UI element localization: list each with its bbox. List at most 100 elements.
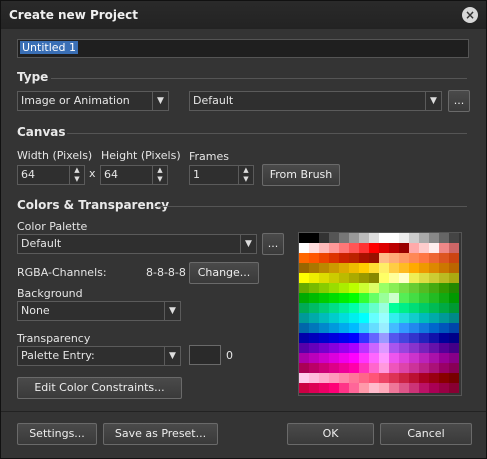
type-more-button[interactable]: ... xyxy=(448,90,470,112)
palette-swatch[interactable] xyxy=(339,333,349,343)
palette-swatch[interactable] xyxy=(349,293,359,303)
palette-swatch[interactable] xyxy=(429,233,439,243)
palette-swatch[interactable] xyxy=(319,293,329,303)
palette-swatch[interactable] xyxy=(299,313,309,323)
palette-swatch[interactable] xyxy=(369,373,379,383)
palette-swatch[interactable] xyxy=(339,283,349,293)
palette-swatch[interactable] xyxy=(449,253,459,263)
palette-swatch[interactable] xyxy=(369,263,379,273)
palette-swatch[interactable] xyxy=(349,363,359,373)
palette-swatch[interactable] xyxy=(389,333,399,343)
palette-swatch[interactable] xyxy=(419,343,429,353)
palette-swatch[interactable] xyxy=(429,273,439,283)
palette-swatch[interactable] xyxy=(359,263,369,273)
palette-swatch[interactable] xyxy=(439,343,449,353)
palette-swatch[interactable] xyxy=(439,313,449,323)
palette-swatch[interactable] xyxy=(439,293,449,303)
palette-swatch[interactable] xyxy=(429,383,439,393)
stepper-arrows-icon[interactable]: ▲ ▼ xyxy=(69,166,84,184)
palette-swatch[interactable] xyxy=(349,343,359,353)
palette-swatch[interactable] xyxy=(409,323,419,333)
palette-swatch[interactable] xyxy=(439,363,449,373)
from-brush-button[interactable]: From Brush xyxy=(262,164,340,186)
palette-swatch[interactable] xyxy=(359,313,369,323)
palette-swatch[interactable] xyxy=(359,253,369,263)
palette-swatch[interactable] xyxy=(309,293,319,303)
frames-stepper[interactable]: 1 ▲ ▼ xyxy=(189,165,254,185)
palette-swatch[interactable] xyxy=(359,273,369,283)
palette-swatch[interactable] xyxy=(319,363,329,373)
palette-swatch[interactable] xyxy=(299,353,309,363)
palette-swatch[interactable] xyxy=(329,363,339,373)
palette-swatch[interactable] xyxy=(389,273,399,283)
palette-swatch[interactable] xyxy=(349,253,359,263)
change-rgba-button[interactable]: Change... xyxy=(189,262,259,284)
palette-swatch[interactable] xyxy=(369,233,379,243)
palette-swatch[interactable] xyxy=(399,233,409,243)
palette-swatch[interactable] xyxy=(309,283,319,293)
palette-swatch[interactable] xyxy=(399,263,409,273)
palette-swatch[interactable] xyxy=(399,243,409,253)
palette-swatch[interactable] xyxy=(379,293,389,303)
settings-button[interactable]: Settings... xyxy=(17,423,97,445)
palette-swatch[interactable] xyxy=(439,283,449,293)
palette-swatch[interactable] xyxy=(299,243,309,253)
palette-swatch[interactable] xyxy=(329,243,339,253)
palette-swatch[interactable] xyxy=(379,233,389,243)
palette-swatch[interactable] xyxy=(319,263,329,273)
palette-swatch[interactable] xyxy=(409,383,419,393)
palette-swatch[interactable] xyxy=(409,363,419,373)
palette-swatch[interactable] xyxy=(299,283,309,293)
palette-swatch[interactable] xyxy=(449,303,459,313)
palette-swatch[interactable] xyxy=(449,383,459,393)
palette-swatch[interactable] xyxy=(309,343,319,353)
palette-swatch[interactable] xyxy=(449,373,459,383)
palette-swatch[interactable] xyxy=(419,323,429,333)
palette-swatch[interactable] xyxy=(309,323,319,333)
palette-swatch[interactable] xyxy=(369,243,379,253)
palette-swatch[interactable] xyxy=(309,313,319,323)
palette-swatch[interactable] xyxy=(329,383,339,393)
palette-swatch[interactable] xyxy=(389,233,399,243)
palette-swatch[interactable] xyxy=(319,323,329,333)
palette-swatch[interactable] xyxy=(329,283,339,293)
palette-swatch[interactable] xyxy=(329,353,339,363)
palette-swatch[interactable] xyxy=(339,343,349,353)
save-preset-button[interactable]: Save as Preset... xyxy=(103,423,218,445)
transparency-color-swatch[interactable] xyxy=(189,345,221,365)
palette-swatch[interactable] xyxy=(419,353,429,363)
palette-swatch[interactable] xyxy=(359,373,369,383)
stepper-arrows-icon[interactable]: ▲ ▼ xyxy=(152,166,167,184)
palette-swatch[interactable] xyxy=(389,343,399,353)
palette-swatch[interactable] xyxy=(349,353,359,363)
palette-swatch[interactable] xyxy=(299,293,309,303)
palette-swatch[interactable] xyxy=(399,293,409,303)
palette-swatch[interactable] xyxy=(379,263,389,273)
palette-swatch[interactable] xyxy=(399,323,409,333)
palette-swatch[interactable] xyxy=(409,303,419,313)
palette-swatch[interactable] xyxy=(379,333,389,343)
type-preset-select[interactable]: Default ▼ xyxy=(189,91,442,111)
palette-swatch[interactable] xyxy=(359,333,369,343)
close-icon[interactable]: × xyxy=(462,7,478,23)
palette-swatch[interactable] xyxy=(449,293,459,303)
palette-swatch[interactable] xyxy=(399,273,409,283)
palette-swatch[interactable] xyxy=(439,243,449,253)
palette-swatch[interactable] xyxy=(379,243,389,253)
palette-swatch[interactable] xyxy=(349,303,359,313)
palette-swatch[interactable] xyxy=(369,273,379,283)
palette-swatch[interactable] xyxy=(319,243,329,253)
palette-swatch[interactable] xyxy=(329,233,339,243)
background-select[interactable]: None ▼ xyxy=(17,301,181,321)
palette-swatch[interactable] xyxy=(419,313,429,323)
palette-swatch[interactable] xyxy=(339,303,349,313)
palette-swatch[interactable] xyxy=(319,353,329,363)
palette-swatch[interactable] xyxy=(429,373,439,383)
palette-swatch[interactable] xyxy=(429,303,439,313)
palette-swatch[interactable] xyxy=(329,333,339,343)
palette-swatch[interactable] xyxy=(409,273,419,283)
palette-swatch[interactable] xyxy=(319,343,329,353)
palette-swatch[interactable] xyxy=(429,363,439,373)
palette-swatch[interactable] xyxy=(419,333,429,343)
palette-swatch[interactable] xyxy=(359,343,369,353)
